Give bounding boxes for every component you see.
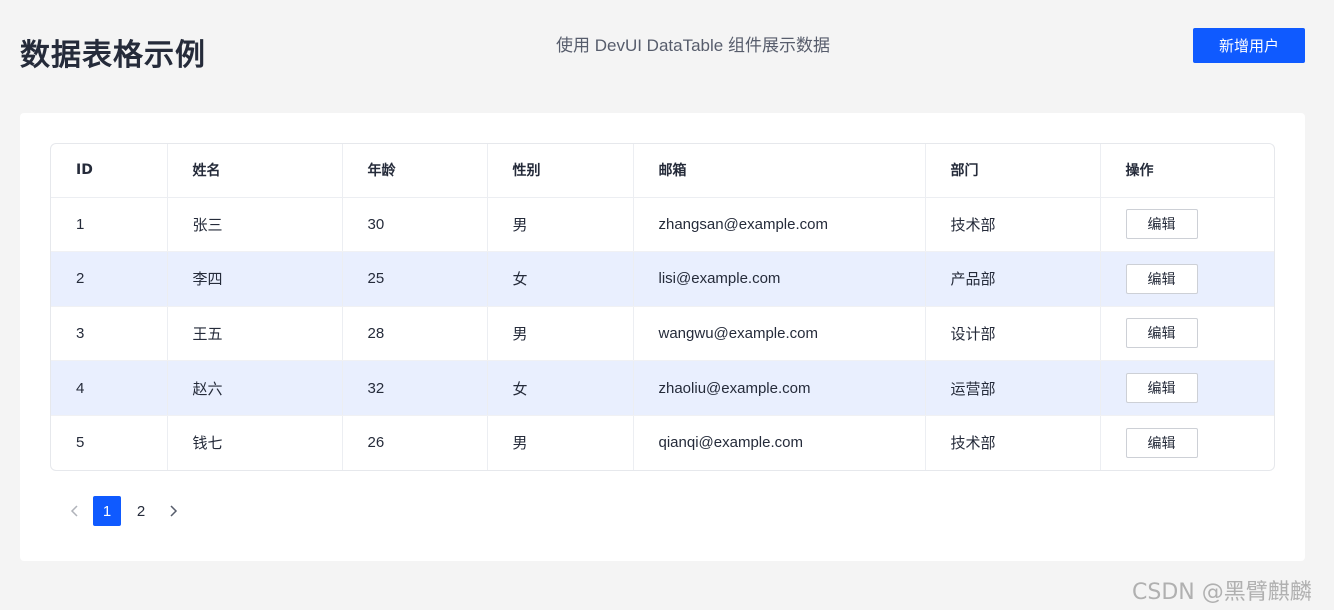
cell-email: zhangsan@example.com xyxy=(633,197,926,253)
cell-gender: 男 xyxy=(487,415,634,470)
cell-department: 技术部 xyxy=(925,415,1101,470)
table-row: 4 赵六 32 女 zhaoliu@example.com 运营部 编辑 xyxy=(51,360,1274,416)
cell-name: 赵六 xyxy=(167,360,343,416)
cell-actions: 编辑 xyxy=(1100,360,1274,416)
cell-id: 2 xyxy=(51,251,168,307)
column-header-name: 姓名 xyxy=(167,144,343,198)
cell-gender: 女 xyxy=(487,360,634,416)
table-row: 1 张三 30 男 zhangsan@example.com 技术部 编辑 xyxy=(51,197,1274,253)
chevron-right-icon[interactable] xyxy=(158,497,188,525)
cell-name: 张三 xyxy=(167,197,343,253)
chevron-left-icon[interactable] xyxy=(60,497,90,525)
table-row: 2 李四 25 女 lisi@example.com 产品部 编辑 xyxy=(51,251,1274,307)
cell-department: 产品部 xyxy=(925,251,1101,307)
cell-age: 26 xyxy=(342,415,488,470)
table-header-row: ID 姓名 年龄 性别 邮箱 部门 操作 xyxy=(51,144,1274,198)
cell-department: 设计部 xyxy=(925,306,1101,362)
column-header-email: 邮箱 xyxy=(633,144,926,198)
edit-button[interactable]: 编辑 xyxy=(1125,263,1198,294)
cell-gender: 女 xyxy=(487,251,634,307)
table-row: 5 钱七 26 男 qianqi@example.com 技术部 编辑 xyxy=(51,415,1274,470)
cell-department: 技术部 xyxy=(925,197,1101,253)
cell-actions: 编辑 xyxy=(1100,306,1274,362)
cell-id: 5 xyxy=(51,415,168,470)
cell-id: 4 xyxy=(51,360,168,416)
cell-department: 运营部 xyxy=(925,360,1101,416)
data-table: ID 姓名 年龄 性别 邮箱 部门 操作 1 张三 30 男 zhangsan@… xyxy=(50,143,1275,471)
cell-age: 32 xyxy=(342,360,488,416)
cell-name: 李四 xyxy=(167,251,343,307)
column-header-gender: 性别 xyxy=(487,144,634,198)
add-user-button[interactable]: 新增用户 xyxy=(1193,28,1305,63)
cell-id: 3 xyxy=(51,306,168,362)
edit-button[interactable]: 编辑 xyxy=(1125,318,1198,349)
page-button-1[interactable]: 1 xyxy=(93,496,121,526)
cell-age: 28 xyxy=(342,306,488,362)
cell-gender: 男 xyxy=(487,197,634,253)
cell-gender: 男 xyxy=(487,306,634,362)
cell-email: zhaoliu@example.com xyxy=(633,360,926,416)
watermark: CSDN @黑臂麒麟 xyxy=(1132,580,1312,605)
cell-id: 1 xyxy=(51,197,168,253)
pagination: 1 2 xyxy=(60,496,188,526)
column-header-department: 部门 xyxy=(925,144,1101,198)
cell-actions: 编辑 xyxy=(1100,415,1274,470)
edit-button[interactable]: 编辑 xyxy=(1125,209,1198,240)
page-button-2[interactable]: 2 xyxy=(127,496,155,526)
cell-email: lisi@example.com xyxy=(633,251,926,307)
column-header-id: ID xyxy=(51,144,168,198)
cell-email: qianqi@example.com xyxy=(633,415,926,470)
table-row: 3 王五 28 男 wangwu@example.com 设计部 编辑 xyxy=(51,306,1274,362)
cell-name: 王五 xyxy=(167,306,343,362)
edit-button[interactable]: 编辑 xyxy=(1125,427,1198,458)
cell-age: 30 xyxy=(342,197,488,253)
table-card: ID 姓名 年龄 性别 邮箱 部门 操作 1 张三 30 男 zhangsan@… xyxy=(20,113,1305,561)
column-header-actions: 操作 xyxy=(1100,144,1274,198)
cell-actions: 编辑 xyxy=(1100,251,1274,307)
page-title: 数据表格示例 xyxy=(20,38,206,73)
cell-age: 25 xyxy=(342,251,488,307)
edit-button[interactable]: 编辑 xyxy=(1125,373,1198,404)
cell-name: 钱七 xyxy=(167,415,343,470)
cell-actions: 编辑 xyxy=(1100,197,1274,253)
cell-email: wangwu@example.com xyxy=(633,306,926,362)
page-subtitle: 使用 DevUI DataTable 组件展示数据 xyxy=(556,36,830,55)
column-header-age: 年龄 xyxy=(342,144,488,198)
